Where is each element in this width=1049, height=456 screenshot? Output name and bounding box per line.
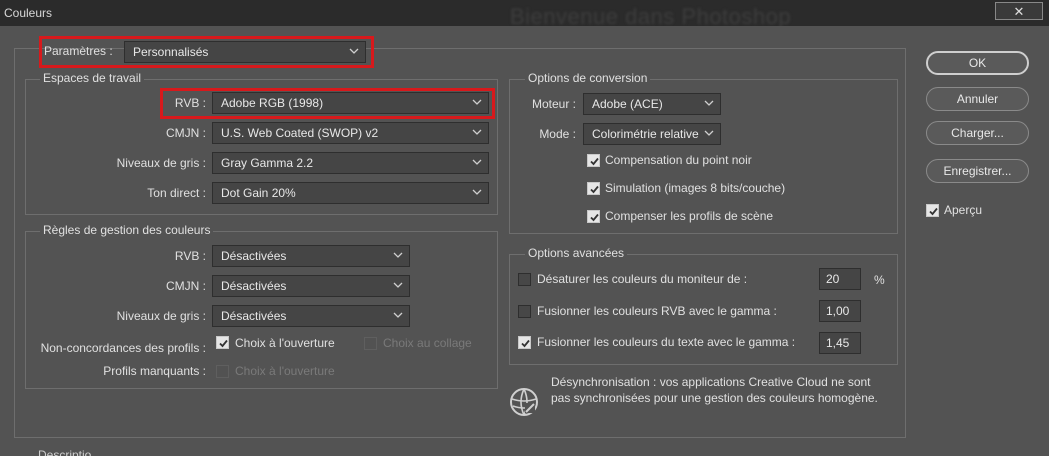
ws-spot-label: Ton direct : [147, 186, 206, 200]
ask-paste-label: Choix au collage [383, 336, 472, 350]
policy-rgb-value: Désactivées [221, 249, 287, 263]
ws-rgb-value: Adobe RGB (1998) [221, 96, 324, 110]
checkmark-icon [219, 339, 228, 348]
chevron-down-icon [393, 306, 403, 326]
ws-spot-select[interactable]: Dot Gain 20% [212, 182, 489, 204]
mismatch-label: Non-concordances des profils : [40, 341, 206, 355]
intent-value: Colorimétrie relative [592, 127, 699, 141]
load-button[interactable]: Charger... [926, 121, 1029, 145]
sync-message-line2: pas synchronisées pour une gestion des c… [551, 391, 878, 405]
ws-cmyk-value: U.S. Web Coated (SWOP) v2 [221, 126, 379, 140]
blend-text-input[interactable]: 1,45 [819, 332, 861, 354]
black-point-checkbox[interactable] [587, 154, 600, 167]
chevron-down-icon [472, 183, 482, 203]
cancel-button[interactable]: Annuler [926, 87, 1029, 111]
ok-button[interactable]: OK [926, 51, 1029, 75]
ws-gray-value: Gray Gamma 2.2 [221, 156, 314, 170]
policy-gray-select[interactable]: Désactivées [212, 305, 410, 327]
dither-checkbox[interactable] [587, 182, 600, 195]
sync-message: Désynchronisation : vos applications Cre… [551, 374, 896, 406]
engine-label: Moteur : [531, 97, 576, 111]
title-bar: Couleurs Bienvenue dans Photoshop ✕ [0, 0, 1049, 29]
chevron-down-icon [704, 94, 714, 114]
desaturate-label: Désaturer les couleurs du moniteur de : [537, 272, 748, 286]
ws-gray-select[interactable]: Gray Gamma 2.2 [212, 152, 489, 174]
ask-paste-checkbox[interactable] [364, 337, 377, 350]
blend-text-checkbox[interactable] [518, 336, 531, 349]
policy-rgb-label: RVB : [174, 249, 206, 263]
chevron-down-icon [349, 42, 359, 62]
settings-label: Paramètres : [44, 44, 113, 58]
policy-rgb-select[interactable]: Désactivées [212, 245, 410, 267]
close-button[interactable]: ✕ [995, 2, 1043, 20]
description-heading: Descriptio [38, 448, 92, 456]
desaturate-checkbox[interactable] [518, 273, 531, 286]
checkmark-icon [929, 207, 938, 216]
policies-title: Règles de gestion des couleurs [40, 223, 214, 237]
working-spaces-title: Espaces de travail [40, 71, 145, 85]
policy-cmyk-select[interactable]: Désactivées [212, 275, 410, 297]
policy-gray-value: Désactivées [221, 309, 287, 323]
chevron-down-icon [472, 123, 482, 143]
ws-rgb-label: RVB : [174, 96, 206, 110]
desaturate-input[interactable]: 20 [819, 268, 861, 290]
dither-label: Simulation (images 8 bits/couche) [605, 181, 786, 195]
blend-rgb-input[interactable]: 1,00 [819, 300, 861, 322]
scene-profiles-checkbox[interactable] [587, 210, 600, 223]
settings-value: Personnalisés [133, 45, 209, 59]
preview-label: Aperçu [944, 203, 983, 217]
policy-gray-label: Niveaux de gris : [116, 309, 206, 323]
black-point-label: Compensation du point noir [605, 153, 752, 167]
advanced-title: Options avancées [525, 246, 628, 260]
ask-open-checkbox[interactable] [216, 336, 229, 349]
checkmark-icon [590, 157, 599, 166]
chevron-down-icon [393, 276, 403, 296]
blend-rgb-checkbox[interactable] [518, 305, 531, 318]
engine-select[interactable]: Adobe (ACE) [583, 93, 721, 115]
ws-rgb-select[interactable]: Adobe RGB (1998) [212, 92, 489, 114]
policy-cmyk-label: CMJN : [166, 279, 206, 293]
engine-value: Adobe (ACE) [592, 97, 663, 111]
chevron-down-icon [393, 246, 403, 266]
conversion-title: Options de conversion [525, 71, 651, 85]
chevron-down-icon [472, 153, 482, 173]
policy-cmyk-value: Désactivées [221, 279, 287, 293]
scene-profiles-label: Compenser les profils de scène [605, 209, 774, 223]
blend-text-label: Fusionner les couleurs du texte avec le … [537, 335, 796, 349]
missing-ask-open-checkbox[interactable] [216, 365, 229, 378]
ws-cmyk-label: CMJN : [166, 126, 206, 140]
missing-profiles-label: Profils manquants : [103, 364, 206, 378]
ask-open-label: Choix à l'ouverture [235, 336, 335, 350]
desaturate-unit: % [874, 273, 885, 287]
ws-gray-label: Niveaux de gris : [116, 156, 206, 170]
window-title: Couleurs [4, 6, 53, 20]
checkmark-icon [590, 213, 599, 222]
intent-select[interactable]: Colorimétrie relative [583, 123, 721, 145]
intent-label: Mode : [539, 127, 576, 141]
settings-select[interactable]: Personnalisés [124, 41, 366, 63]
checkmark-icon [590, 185, 599, 194]
sync-status-icon [510, 388, 538, 416]
chevron-down-icon [472, 93, 482, 113]
ws-spot-value: Dot Gain 20% [221, 186, 296, 200]
ws-cmyk-select[interactable]: U.S. Web Coated (SWOP) v2 [212, 122, 489, 144]
checkmark-icon [521, 339, 530, 348]
chevron-down-icon [704, 124, 714, 144]
missing-ask-open-label: Choix à l'ouverture [235, 364, 335, 378]
save-button[interactable]: Enregistrer... [926, 159, 1029, 183]
preview-checkbox[interactable] [926, 204, 939, 217]
blend-rgb-label: Fusionner les couleurs RVB avec le gamma… [537, 304, 777, 318]
sync-message-line1: Désynchronisation : vos applications Cre… [551, 375, 871, 389]
